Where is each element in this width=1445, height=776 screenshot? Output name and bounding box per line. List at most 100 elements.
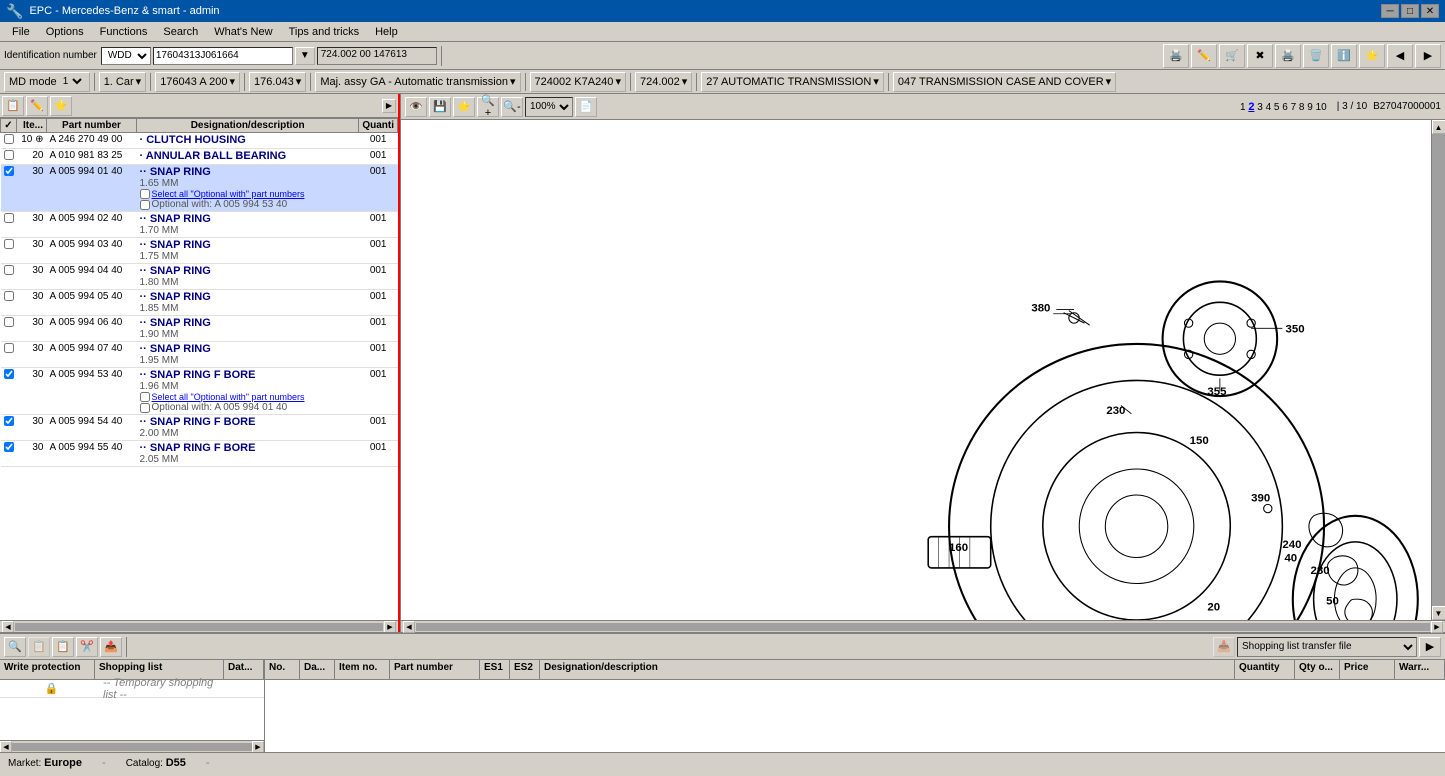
diagram-vscroll[interactable]: ▲ ▼ xyxy=(1431,120,1445,620)
bt-transfer-btn[interactable]: ▶ xyxy=(1419,637,1441,657)
bt-paste-btn[interactable]: 📋 xyxy=(52,637,74,657)
bt-search-btn[interactable]: 🔍 xyxy=(4,637,26,657)
menu-whats-new[interactable]: What's New xyxy=(206,24,280,40)
diagram-hscroll-right[interactable]: ▶ xyxy=(1431,621,1443,633)
vscroll-up[interactable]: ▲ xyxy=(1432,120,1445,134)
table-row[interactable]: 30 A 005 994 54 40 ·· SNAP RING F BORE 2… xyxy=(1,415,398,441)
diagram-view-btn[interactable]: 👁️ xyxy=(405,97,427,117)
diagram-zoom-in[interactable]: 🔍+ xyxy=(477,97,499,117)
optional-checkbox2[interactable] xyxy=(140,392,150,402)
row-checkbox[interactable] xyxy=(4,416,14,426)
optional-link2[interactable]: Select all "Optional with" part numbers xyxy=(152,392,305,402)
diagram-star-btn[interactable]: ⭐ xyxy=(453,97,475,117)
table-row[interactable]: 30 A 005 994 04 40 ·· SNAP RING 1.80 MM … xyxy=(1,264,398,290)
row-checkbox[interactable] xyxy=(4,291,14,301)
menu-file[interactable]: File xyxy=(4,24,38,40)
table-row[interactable]: 30 A 005 994 53 40 ·· SNAP RING F BORE 1… xyxy=(1,368,398,415)
table-row[interactable]: 30 A 005 994 02 40 ·· SNAP RING 1.70 MM … xyxy=(1,212,398,238)
bt-clear-btn[interactable]: ✂️ xyxy=(76,637,98,657)
row-checkbox[interactable] xyxy=(4,369,14,379)
bt-import-btn[interactable]: 📥 xyxy=(1213,637,1235,657)
nav-car[interactable]: 1. Car ▾ xyxy=(99,72,147,92)
diagram-hscroll[interactable]: ◀ ▶ xyxy=(401,620,1445,632)
menu-functions[interactable]: Functions xyxy=(92,24,156,40)
bt-export-btn[interactable]: 📤 xyxy=(100,637,122,657)
row-checkbox[interactable] xyxy=(4,239,14,249)
nav-724002[interactable]: 724002 K7A240 ▾ xyxy=(530,72,626,92)
parts-scroll-right[interactable]: ▶ xyxy=(382,99,396,113)
table-row[interactable]: 30 A 005 994 06 40 ·· SNAP RING 1.90 MM … xyxy=(1,316,398,342)
wdd-select[interactable]: WDD xyxy=(101,47,151,65)
row-partnum: A 005 994 53 40 xyxy=(47,368,137,415)
nav-md-mode[interactable]: MD mode 1 xyxy=(4,72,90,92)
nav-auto-trans[interactable]: 27 AUTOMATIC TRANSMISSION ▾ xyxy=(701,72,884,92)
table-row[interactable]: 30 A 005 994 55 40 ·· SNAP RING F BORE 2… xyxy=(1,441,398,467)
row-item: 30 xyxy=(17,290,47,316)
diagram-hscroll-left[interactable]: ◀ xyxy=(403,621,415,633)
table-row[interactable]: 10 ⊕ A 246 270 49 00 · CLUTCH HOUSING 00… xyxy=(1,133,398,149)
parts-hscroll[interactable]: ◀ ▶ xyxy=(0,620,398,632)
row-checkbox[interactable] xyxy=(4,317,14,327)
sl-hscroll-right[interactable]: ▶ xyxy=(252,741,264,753)
optional-checkbox[interactable] xyxy=(140,189,150,199)
close-button[interactable]: ✕ xyxy=(1421,4,1439,18)
menu-options[interactable]: Options xyxy=(38,24,92,40)
row-checkbox[interactable] xyxy=(4,150,14,160)
print-btn[interactable]: 🖨️ xyxy=(1163,44,1189,68)
diagram-save-btn[interactable]: 💾 xyxy=(429,97,451,117)
parts-copy-btn[interactable]: 📋 xyxy=(2,96,24,116)
col-partnum: Part number xyxy=(47,119,137,133)
table-row[interactable]: 20 A 010 981 83 25 · ANNULAR BALL BEARIN… xyxy=(1,149,398,165)
menu-search[interactable]: Search xyxy=(155,24,206,40)
nav-major-assy[interactable]: Maj. assy GA - Automatic transmission ▾ xyxy=(315,72,520,92)
minimize-button[interactable]: ─ xyxy=(1381,4,1399,18)
optional-with-checkbox2[interactable] xyxy=(140,403,150,413)
row-checkbox[interactable] xyxy=(4,265,14,275)
nav-trans-case[interactable]: 047 TRANSMISSION CASE AND COVER ▾ xyxy=(893,72,1116,92)
vscroll-down[interactable]: ▼ xyxy=(1432,606,1445,620)
maximize-button[interactable]: □ xyxy=(1401,4,1419,18)
nav-left-btn[interactable]: ◀ xyxy=(1387,44,1413,68)
row-checkbox[interactable] xyxy=(4,343,14,353)
diagram-zoom-out[interactable]: 🔍- xyxy=(501,97,523,117)
hscroll-right[interactable]: ▶ xyxy=(384,621,396,633)
nav-724[interactable]: 724.002 ▾ xyxy=(635,72,692,92)
eraser-btn[interactable]: 🗑️ xyxy=(1303,44,1329,68)
id-number-input[interactable] xyxy=(153,47,293,65)
optional-with-checkbox[interactable] xyxy=(140,200,150,210)
cart-btn[interactable]: 🛒 xyxy=(1219,44,1245,68)
table-row[interactable]: 30 A 005 994 01 40 ·· SNAP RING 1.65 MM … xyxy=(1,165,398,212)
diagram-page-btn[interactable]: 📄 xyxy=(575,97,597,117)
edit-btn[interactable]: ✏️ xyxy=(1191,44,1217,68)
hscroll-left[interactable]: ◀ xyxy=(2,621,14,633)
print2-btn[interactable]: 🖨️ xyxy=(1275,44,1301,68)
optional-link[interactable]: Select all "Optional with" part numbers xyxy=(152,189,305,199)
row-checkbox[interactable] xyxy=(4,213,14,223)
cross-btn[interactable]: ✖ xyxy=(1247,44,1273,68)
table-row[interactable]: 30 A 005 994 05 40 ·· SNAP RING 1.85 MM … xyxy=(1,290,398,316)
parts-star-btn[interactable]: ⭐ xyxy=(50,96,72,116)
parts-edit-btn[interactable]: ✏️ xyxy=(26,96,48,116)
menu-tips[interactable]: Tips and tricks xyxy=(281,24,368,40)
menu-help[interactable]: Help xyxy=(367,24,406,40)
transfer-file-select[interactable]: Shopping list transfer file xyxy=(1237,637,1417,657)
zoom-select[interactable]: 100% 75% 150% xyxy=(525,97,573,117)
nav-series[interactable]: 176.043 ▾ xyxy=(249,72,306,92)
star-btn[interactable]: ⭐ xyxy=(1359,44,1385,68)
nav-model[interactable]: 176043 A 200 ▾ xyxy=(155,72,240,92)
bt-copy-btn[interactable]: 📋 xyxy=(28,637,50,657)
parts-table-container[interactable]: ✓ Ite... Part number Designation/descrip… xyxy=(0,118,398,620)
row-checkbox[interactable] xyxy=(4,166,14,176)
list-item[interactable]: 🔒 -- Temporary shopping list -- xyxy=(0,680,264,698)
sl-hscroll-left[interactable]: ◀ xyxy=(0,741,12,753)
info-btn[interactable]: ℹ️ xyxy=(1331,44,1357,68)
row-checkbox[interactable] xyxy=(4,134,14,144)
id-dropdown-btn[interactable]: ▼ xyxy=(295,47,315,65)
order-col-warr: Warr... xyxy=(1395,660,1445,679)
table-row[interactable]: 30 A 005 994 03 40 ·· SNAP RING 1.75 MM … xyxy=(1,238,398,264)
nav-right-btn[interactable]: ▶ xyxy=(1415,44,1441,68)
diagram-view[interactable]: 380 350 355 230 150 390 160 240 40 xyxy=(401,120,1445,620)
sl-hscroll[interactable]: ◀ ▶ xyxy=(0,740,264,752)
table-row[interactable]: 30 A 005 994 07 40 ·· SNAP RING 1.95 MM … xyxy=(1,342,398,368)
row-checkbox[interactable] xyxy=(4,442,14,452)
